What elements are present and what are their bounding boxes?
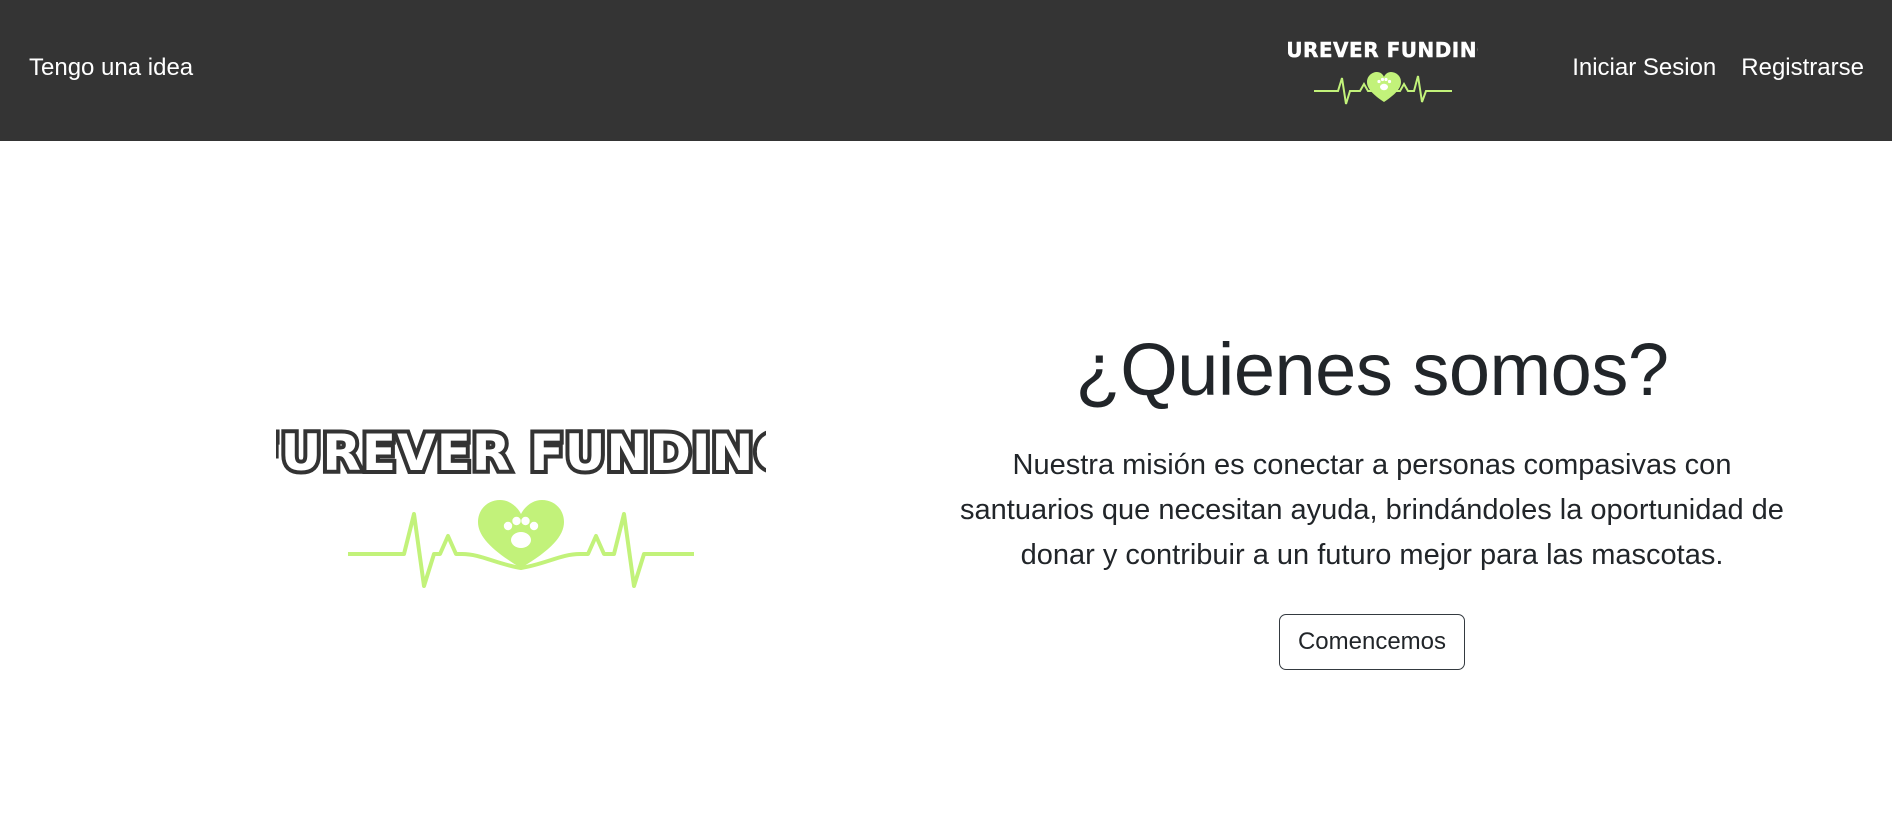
register-link[interactable]: Registrarse — [1741, 54, 1864, 82]
navbar-logo-text: FUREVER FUNDING — [1288, 38, 1478, 62]
hero-logo: FUREVER FUNDING — [276, 420, 766, 588]
login-link[interactable]: Iniciar Sesion — [1572, 54, 1716, 82]
auth-nav: Iniciar Sesion Registrarse — [1572, 54, 1864, 82]
tengo-una-idea-link[interactable]: Tengo una idea — [29, 54, 193, 82]
heart-paw-icon — [1367, 72, 1401, 102]
about-section: ¿Quienes somos? Nuestra misión es conect… — [958, 325, 1786, 670]
navbar-logo[interactable]: FUREVER FUNDING — [1288, 38, 1478, 108]
mission-description: Nuestra misión es conectar a personas co… — [960, 449, 1784, 571]
about-title: ¿Quienes somos? — [1075, 328, 1670, 411]
comencemos-button[interactable]: Comencemos — [1278, 614, 1466, 670]
heart-paw-icon — [478, 500, 564, 568]
navbar: Tengo una idea FUREVER FUNDING Iniciar S… — [0, 0, 1892, 141]
hero-logo-text: FUREVER FUNDING — [276, 424, 766, 482]
